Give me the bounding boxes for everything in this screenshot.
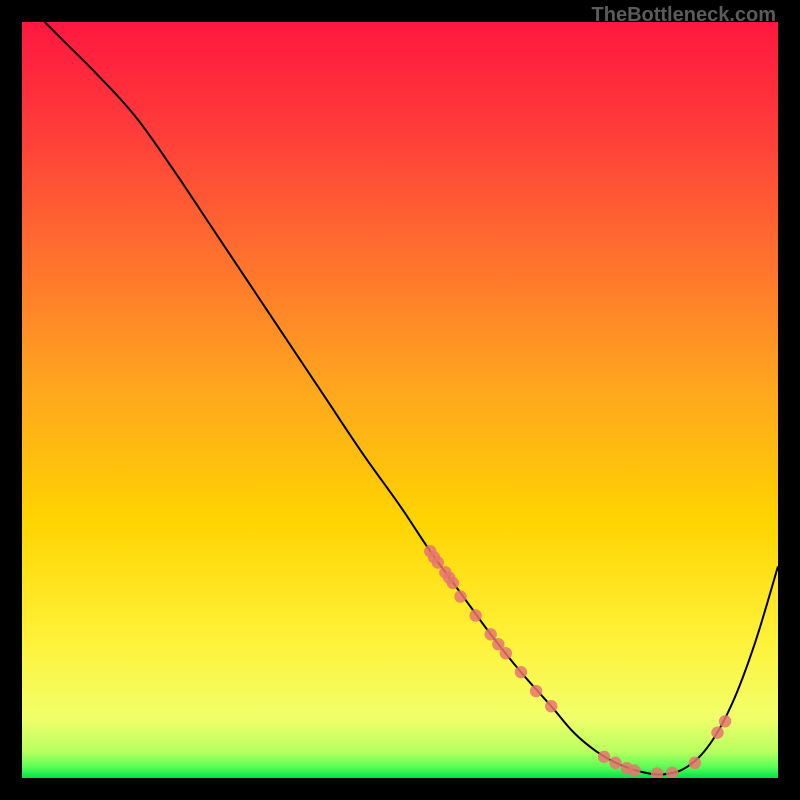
chart-frame xyxy=(22,22,778,778)
watermark-text: TheBottleneck.com xyxy=(592,4,776,27)
data-point xyxy=(628,764,640,776)
data-point xyxy=(447,577,459,589)
data-point xyxy=(530,685,542,697)
bottleneck-chart xyxy=(22,22,778,778)
data-point xyxy=(609,757,621,769)
data-point xyxy=(469,609,481,621)
data-point xyxy=(515,666,527,678)
data-point xyxy=(485,628,497,640)
data-point xyxy=(432,556,444,568)
data-point xyxy=(545,700,557,712)
data-point xyxy=(689,757,701,769)
data-point xyxy=(719,715,731,727)
data-point xyxy=(711,726,723,738)
data-point xyxy=(598,751,610,763)
data-point xyxy=(454,590,466,602)
data-point xyxy=(500,647,512,659)
gradient-background xyxy=(22,22,778,778)
